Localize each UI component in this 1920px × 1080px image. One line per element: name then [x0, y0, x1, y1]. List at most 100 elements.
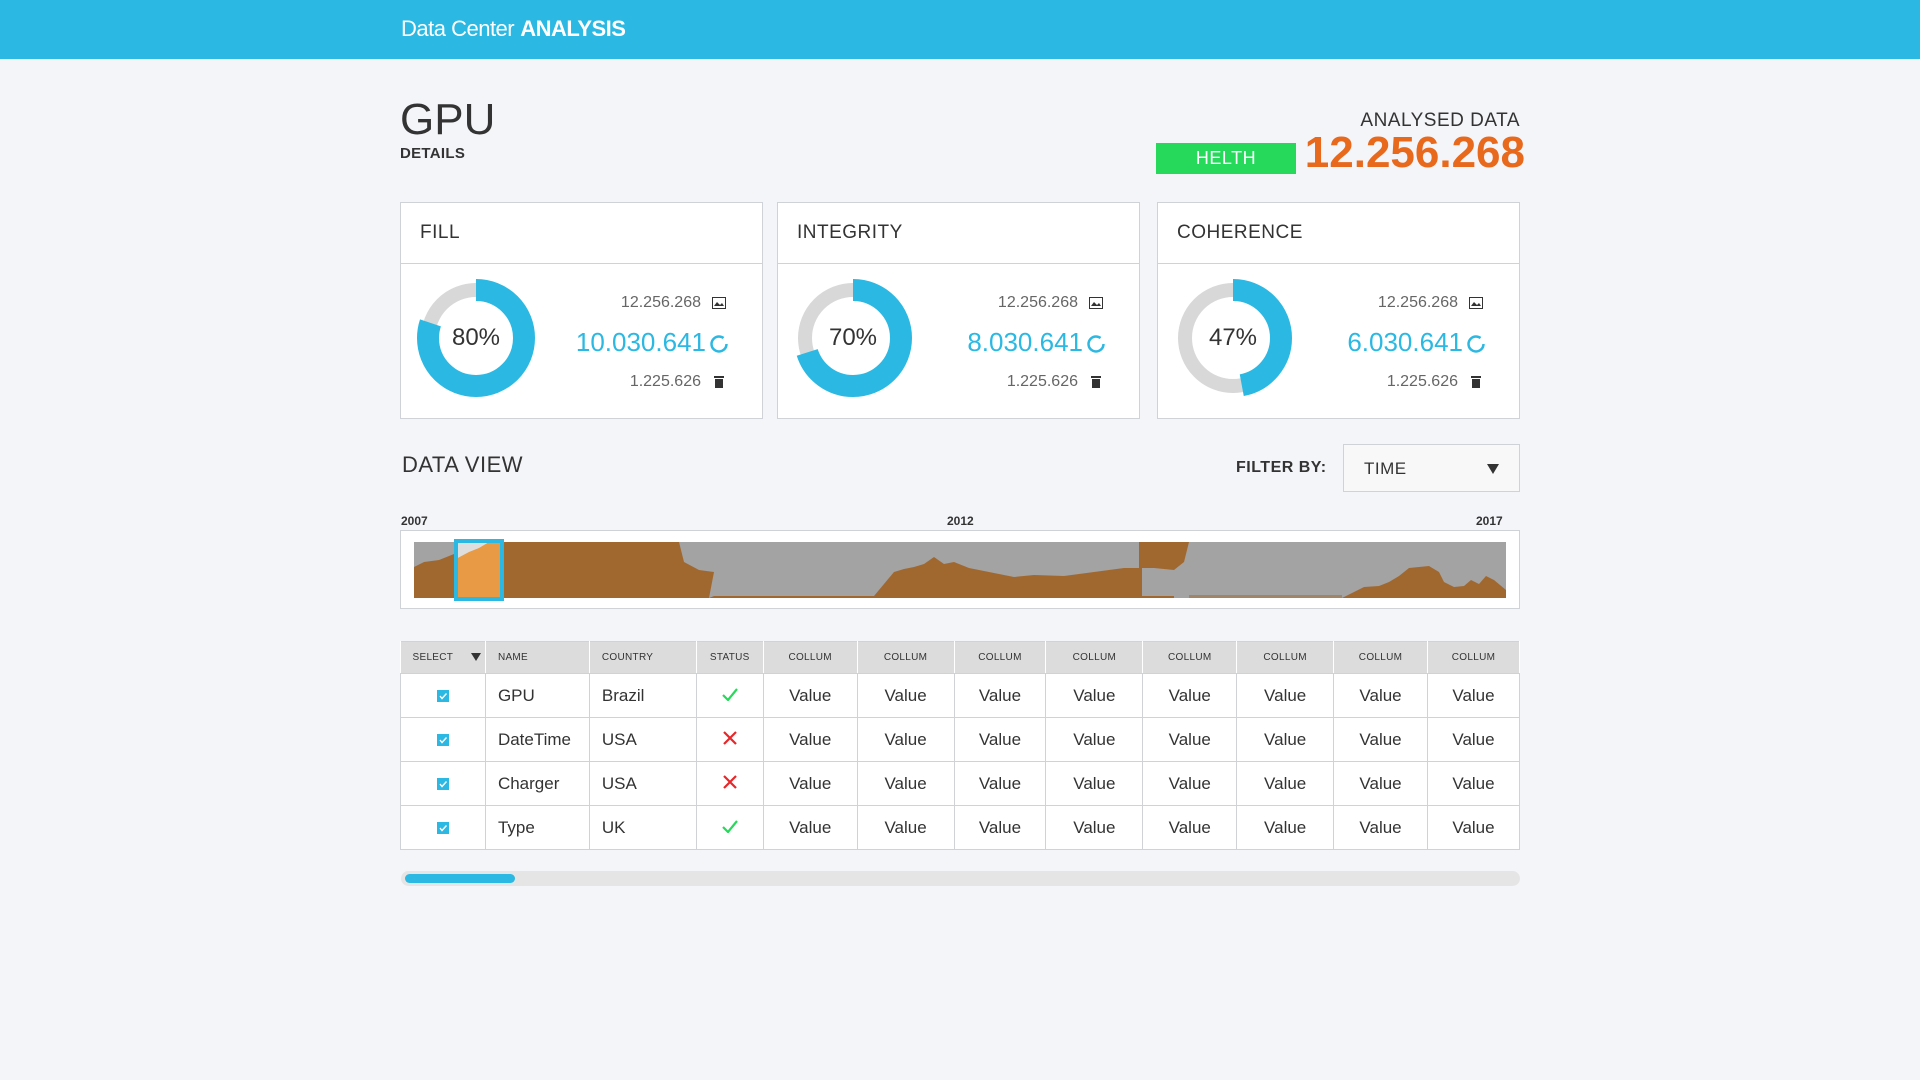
- row-select-cell: [400, 673, 486, 718]
- row-select-cell: [400, 761, 486, 806]
- table-row[interactable]: DateTime USA Value Value Value Value Value Va…: [400, 717, 1521, 762]
- brand-light: Data Center: [401, 16, 515, 41]
- horizontal-scrollbar[interactable]: [401, 871, 1520, 886]
- header-country[interactable]: COUNTRY: [589, 641, 697, 674]
- row-checkbox[interactable]: [436, 778, 449, 791]
- row-checkbox[interactable]: [436, 690, 449, 703]
- image-icon: [1089, 297, 1103, 309]
- card-integrity: INTEGRITY 70% 12.256.268 8.030.641 1.225…: [777, 202, 1140, 419]
- cell-value: Value: [1333, 805, 1428, 850]
- cell-value: Value: [953, 717, 1047, 762]
- trash-icon: [1091, 376, 1101, 388]
- checkmark-icon: [439, 781, 447, 788]
- close-icon: [722, 730, 737, 745]
- row-select-cell: [400, 717, 486, 762]
- cell-value: Value: [1236, 717, 1335, 762]
- cell-status: [695, 673, 764, 718]
- header-collum[interactable]: COLLUM: [1142, 641, 1238, 674]
- data-view-title: DATA VIEW: [402, 452, 524, 477]
- cell-value: Value: [856, 761, 955, 806]
- cell-value: Value: [953, 761, 1047, 806]
- trash-icon: [1471, 376, 1481, 388]
- cell-value: Value: [1426, 673, 1521, 718]
- header-collum[interactable]: COLLUM: [763, 641, 858, 674]
- row-select-cell: [400, 805, 486, 850]
- cell-name: Type: [484, 805, 590, 850]
- header-name[interactable]: NAME: [485, 641, 590, 674]
- header-collum[interactable]: COLLUM: [1045, 641, 1144, 674]
- header-collum[interactable]: COLLUM: [1236, 641, 1335, 674]
- scrollbar-thumb[interactable]: [405, 874, 515, 883]
- refresh-icon: [1087, 335, 1105, 353]
- timeline-label-start: 2007: [401, 514, 428, 528]
- cell-value: Value: [1333, 761, 1428, 806]
- card-title: COHERENCE: [1158, 203, 1519, 264]
- cell-value: Value: [762, 673, 858, 718]
- refresh-icon: [1467, 335, 1485, 353]
- timeline-range-handle[interactable]: [454, 539, 504, 601]
- cell-value: Value: [856, 805, 955, 850]
- top-bar: Data Center ANALYSIS: [0, 0, 1920, 59]
- checkmark-icon: [439, 825, 447, 832]
- cell-value: Value: [1333, 717, 1428, 762]
- header-collum[interactable]: COLLUM: [954, 641, 1047, 674]
- sort-caret-icon[interactable]: [471, 653, 482, 662]
- row-checkbox[interactable]: [436, 734, 449, 747]
- table-row[interactable]: GPU Brazil Value Value Value Value Value Valu…: [400, 673, 1521, 718]
- cell-value: Value: [1236, 673, 1335, 718]
- header-status[interactable]: STATUS: [696, 641, 764, 674]
- filter-dropdown[interactable]: TIME: [1343, 444, 1520, 492]
- cell-value: Value: [1426, 717, 1521, 762]
- cell-name: Charger: [484, 761, 590, 806]
- analysed-data-value: 12.256.268: [1304, 128, 1525, 177]
- chevron-down-icon: [1487, 464, 1499, 474]
- cell-value: Value: [1426, 805, 1521, 850]
- row-checkbox[interactable]: [436, 822, 449, 835]
- table-body: GPU Brazil Value Value Value Value Value Valu…: [400, 673, 1521, 850]
- cell-country: USA: [588, 717, 697, 762]
- image-icon: [1469, 297, 1483, 309]
- cell-value: Value: [1045, 805, 1144, 850]
- data-table: SELECT NAME COUNTRY STATUS COLLUM COLLUM…: [400, 641, 1521, 850]
- donut-percent-label: 47%: [1208, 324, 1258, 351]
- timeline-label-end: 2017: [1476, 514, 1503, 528]
- table-row[interactable]: Type UK Value Value Value Value Value Value Va…: [400, 805, 1521, 850]
- check-icon: [721, 819, 738, 834]
- checkmark-icon: [439, 693, 447, 700]
- table-row[interactable]: Charger USA Value Value Value Value Value Val…: [400, 761, 1521, 806]
- header-collum[interactable]: COLLUM: [857, 641, 955, 674]
- donut-percent-label: 80%: [451, 324, 501, 351]
- stat-deleted: 1.225.626: [1006, 373, 1078, 390]
- cell-name: GPU: [484, 673, 590, 718]
- cell-value: Value: [953, 805, 1047, 850]
- header-collum[interactable]: COLLUM: [1333, 641, 1428, 674]
- cell-value: Value: [1142, 805, 1238, 850]
- header-collum[interactable]: COLLUM: [1427, 641, 1521, 674]
- page-subtitle: DETAILS: [400, 145, 466, 162]
- cell-value: Value: [953, 673, 1047, 718]
- app-brand[interactable]: Data Center ANALYSIS: [401, 16, 626, 42]
- cell-value: Value: [1142, 717, 1238, 762]
- cell-value: Value: [762, 717, 858, 762]
- stat-analysed: 10.030.641: [575, 327, 706, 357]
- close-icon: [722, 774, 737, 789]
- cell-value: Value: [1236, 805, 1335, 850]
- timeline-range-selector[interactable]: [400, 530, 1520, 609]
- trash-icon: [714, 376, 724, 388]
- stat-total: 12.256.268: [1377, 294, 1458, 311]
- check-icon: [721, 687, 738, 702]
- card-fill: FILL 80% 12.256.268 10.030.641 1.225.626: [400, 202, 763, 419]
- timeline-label-mid: 2012: [947, 514, 974, 528]
- filter-dropdown-value: TIME: [1364, 459, 1407, 478]
- cell-status: [695, 717, 764, 762]
- cell-country: USA: [588, 761, 697, 806]
- header-select[interactable]: SELECT: [400, 641, 486, 674]
- stat-total: 12.256.268: [620, 294, 701, 311]
- cell-value: Value: [1426, 761, 1521, 806]
- cell-value: Value: [1333, 673, 1428, 718]
- brand-bold: ANALYSIS: [520, 16, 626, 41]
- cell-value: Value: [1045, 717, 1144, 762]
- checkmark-icon: [439, 737, 447, 744]
- stat-deleted: 1.225.626: [1386, 373, 1458, 390]
- refresh-icon: [710, 335, 728, 353]
